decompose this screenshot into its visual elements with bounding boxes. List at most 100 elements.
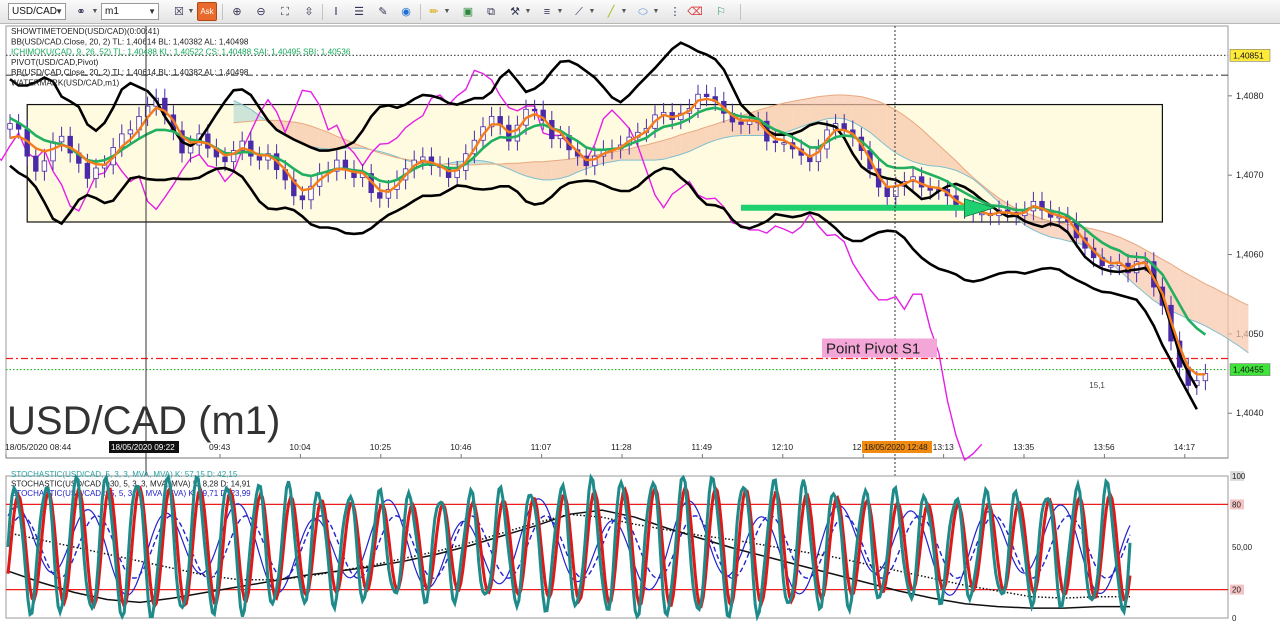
symbol-select[interactable]: USD/CAD ▼ (8, 3, 66, 20)
x-tick-label: 13:35 (1013, 442, 1035, 452)
chevron-down-icon[interactable]: ▼ (186, 3, 196, 21)
indicator-label: ICHIMOKU(CAD, 9, 26, 52) TL: 1,40488 KL:… (11, 48, 351, 57)
x-tick-label: 10:04 (289, 442, 311, 452)
stochastic-tick-label: 100 (1232, 472, 1246, 481)
chevron-down-icon[interactable]: ▼ (555, 3, 565, 21)
properties-icon[interactable]: Ⅰ (327, 3, 345, 21)
stochastic-label: STOCHASTIC(USD/CAD, 5, 3, 3, MVA, MVA) K… (11, 470, 238, 479)
ichimoku-cloud-segment (672, 134, 681, 157)
stochastic-tick-label: 50,00 (1232, 543, 1253, 552)
indicator-label: BB(USD/CAD.Close, 20, 2) TL: 1,40614 BL:… (11, 68, 249, 77)
candle-body (884, 186, 890, 198)
globe-icon[interactable]: ◉ (397, 3, 415, 21)
y-tick-label: 1,4070 (1236, 170, 1264, 180)
toolbar: USD/CAD ▼ ⚭ ▼ m1 ▼ ☒ ▼ Ask ⊕ ⊖ ⛶ ⇳ Ⅰ ☰ ✎ ◉… (0, 0, 1280, 24)
candle-body (58, 135, 65, 143)
trend-icon[interactable]: ⟋ (570, 3, 588, 21)
link-icon[interactable]: ⚭ (72, 3, 90, 21)
ichimoku-cloud-segment (1188, 274, 1197, 322)
candle-body (41, 160, 48, 172)
ellipse-icon[interactable]: ⬭ (634, 3, 652, 21)
watermark-symbol: USD/CAD (m1) (7, 399, 280, 443)
ichimoku-cloud-segment (801, 98, 810, 127)
line-icon[interactable]: ╱ (602, 3, 620, 21)
x-tick-label: 10:25 (370, 442, 392, 452)
image-icon[interactable]: ▣ (459, 3, 477, 21)
fit-icon[interactable]: ⛶ (276, 3, 294, 21)
candle-body (93, 167, 99, 179)
ichimoku-cloud-segment (809, 96, 819, 124)
candle-body (893, 185, 899, 198)
x-tick-label: 13:56 (1093, 442, 1115, 452)
ichimoku-cloud-segment (1205, 283, 1214, 331)
ichimoku-cloud-segment (1231, 296, 1240, 347)
ichimoku-cloud-segment (543, 160, 552, 180)
x-tick-label: 18/05/2020 08:44 (5, 442, 71, 452)
ask-button[interactable]: Ask (197, 2, 217, 21)
pencil-icon[interactable]: ✏ (425, 3, 443, 21)
candle-body (7, 123, 13, 130)
candle-body (377, 192, 383, 199)
chevron-down-icon[interactable]: ▼ (651, 3, 661, 21)
candle-body (531, 108, 538, 112)
y-tick-label: 1,4040 (1236, 408, 1264, 418)
timeframe-value: m1 (105, 6, 119, 17)
candle-body (781, 142, 787, 145)
ichimoku-cloud-segment (1222, 292, 1232, 342)
x-tick-label: 11:49 (691, 442, 712, 452)
ichimoku-cloud-segment (827, 95, 836, 119)
lines-icon[interactable]: ≡ (538, 3, 556, 21)
y-tick-label: 1,4060 (1236, 250, 1264, 260)
toolbar-separator (322, 4, 323, 20)
dots-icon[interactable]: ⋮ (666, 3, 684, 21)
candle-body (33, 155, 39, 172)
alerts-icon[interactable]: ⚐ (712, 3, 730, 21)
x-tick-label: 09:43 (209, 442, 231, 452)
toolbar-separator (420, 4, 421, 20)
ichimoku-cloud-segment (1239, 301, 1249, 353)
candle-body (84, 162, 91, 179)
x-tick-label: 12:10 (772, 442, 794, 452)
stochastic-tick-label: 0 (1232, 614, 1237, 621)
chevron-down-icon: ▼ (55, 7, 63, 16)
chevron-down-icon[interactable]: ▼ (619, 3, 629, 21)
chevron-down-icon[interactable]: ▼ (523, 3, 533, 21)
ichimoku-cloud-segment (663, 137, 673, 160)
zoom-out-icon[interactable]: ⊖ (252, 3, 270, 21)
scale-icon[interactable]: ⇳ (300, 3, 318, 21)
ichimoku-cloud-segment (861, 96, 870, 133)
template-icon[interactable]: ✎ (374, 3, 392, 21)
indicator-label: SHOWTIMETOEND(USD/CAD)(0:00:41) (11, 27, 160, 36)
candle-body (205, 133, 211, 149)
chevron-down-icon: ▼ (148, 7, 156, 16)
timeframe-select[interactable]: m1 ▼ (101, 3, 159, 20)
crosshair-time-label: 18/05/2020 12:48 (864, 443, 928, 452)
ichimoku-cloud-segment (655, 140, 664, 161)
price-marker-label: 1,40455 (1233, 365, 1264, 375)
stochastic-panel[interactable]: 100 80 50,00 20 0 STOCHASTIC(USD/CAD, 5, 3, 3… (5, 470, 1253, 621)
x-tick-label: 10:46 (450, 442, 472, 452)
chevron-down-icon[interactable]: ▼ (442, 3, 452, 21)
value-annotation: 15,1 (1089, 381, 1105, 390)
candle-body (50, 141, 56, 162)
chart-area[interactable]: 1,40801,40701,40601,40501,4040SHOWTIMETO… (0, 24, 1280, 621)
eraser-icon[interactable]: ⌫ (686, 3, 704, 21)
ichimoku-cloud-segment (784, 101, 793, 134)
price-plot-frame (5, 25, 1229, 459)
stochastic-tick-label: 20 (1232, 586, 1241, 595)
indicator-label: PIVOT(USD/CAD,Pivot) (11, 58, 99, 67)
zoom-in-icon[interactable]: ⊕ (228, 3, 246, 21)
chevron-down-icon[interactable]: ▼ (90, 3, 100, 21)
ichimoku-cloud-segment (835, 95, 845, 119)
ichimoku-cloud-segment (895, 110, 905, 158)
y-tick-label: 1,4080 (1236, 91, 1264, 101)
ask-label: Ask (200, 7, 214, 16)
ichimoku-cloud-segment (852, 95, 862, 127)
chevron-down-icon[interactable]: ▼ (587, 3, 597, 21)
copy-icon[interactable]: ⧉ (482, 3, 500, 21)
stochastic-tick-label: 80 (1232, 500, 1241, 509)
indicators-icon[interactable]: ☰ (350, 3, 368, 21)
tools-icon[interactable]: ⚒ (506, 3, 524, 21)
candle-body (772, 140, 779, 144)
candle-body (299, 195, 306, 201)
